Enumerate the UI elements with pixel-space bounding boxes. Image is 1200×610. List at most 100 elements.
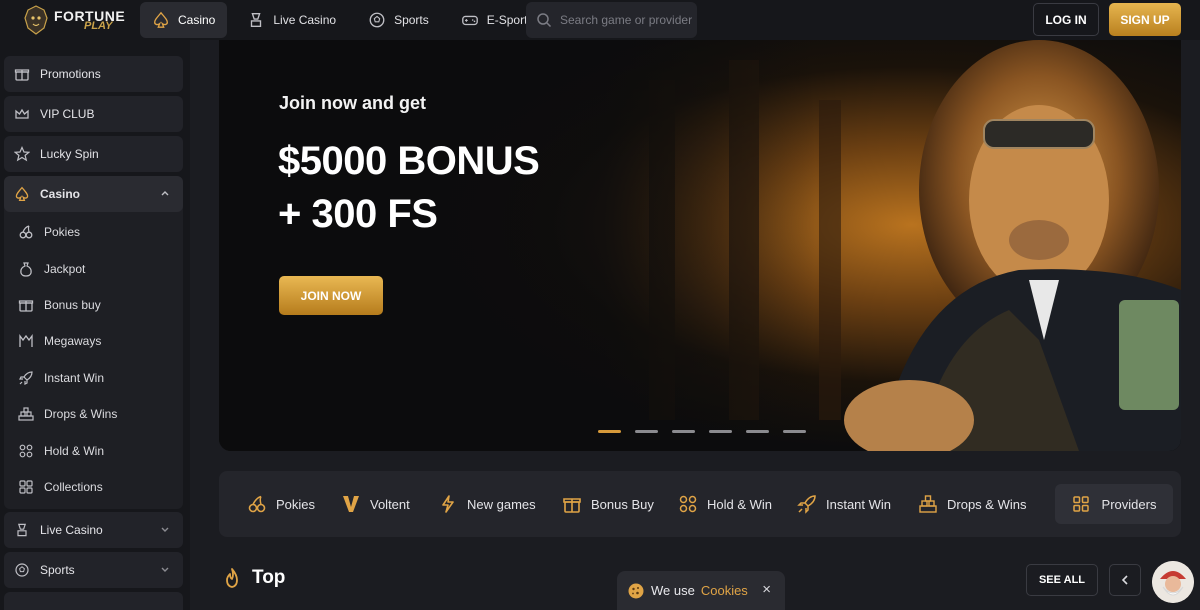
chevron-up-icon[interactable] <box>159 187 171 199</box>
santa-avatar-icon <box>1152 561 1194 603</box>
sidebar-subitem-drops-wins[interactable]: Drops & Wins <box>18 399 117 429</box>
category-providers[interactable]: Providers <box>1055 484 1173 524</box>
carousel-indicators <box>598 430 806 433</box>
sidebar-subitem-jackpot[interactable]: Jackpot <box>18 254 85 284</box>
sidebar-item-vip-club[interactable]: VIP CLUB <box>4 96 183 132</box>
nav-casino[interactable]: Casino <box>140 2 228 38</box>
sidebar-subitem-label: Instant Win <box>44 371 105 385</box>
nav-live-casino[interactable]: Live Casino <box>235 2 348 38</box>
sidebar-item-sports[interactable]: Sports <box>4 552 183 588</box>
category-pokies[interactable]: Pokies <box>247 471 315 537</box>
category-instant-win[interactable]: Instant Win <box>797 471 891 537</box>
sidebar-subitem-collections[interactable]: Collections <box>18 472 103 502</box>
lion-logo-icon <box>24 5 48 35</box>
sidebar-subitem-label: Bonus buy <box>44 298 101 312</box>
lightning-icon <box>442 495 454 513</box>
login-button[interactable]: LOG IN <box>1033 3 1099 36</box>
signup-button[interactable]: SIGN UP <box>1109 3 1181 36</box>
carousel-dot[interactable] <box>746 430 769 433</box>
star-icon <box>14 146 30 162</box>
category-new-games[interactable]: New games <box>438 471 536 537</box>
sidebar-item-label: Lucky Spin <box>40 147 99 161</box>
sidebar-item-promotions[interactable]: Promotions <box>4 56 183 92</box>
category-label: Providers <box>1101 496 1157 512</box>
roulette-icon <box>17 523 27 537</box>
sidebar: Promotions VIP CLUB Lucky Spin Casino Po… <box>0 40 190 610</box>
top-bar: FORTUNE PLAY Casino Live Casino Sports E… <box>0 0 1200 40</box>
sidebar-subitem-pokies[interactable]: Pokies <box>18 217 80 247</box>
category-label: Drops & Wins <box>947 496 1027 512</box>
coins-icon <box>19 444 33 458</box>
rocket-icon <box>19 371 33 385</box>
see-all-button[interactable]: SEE ALL <box>1026 564 1098 596</box>
category-label: Bonus Buy <box>591 496 654 512</box>
crown-icon <box>15 108 29 119</box>
sidebar-item-live-casino[interactable]: Live Casino <box>4 512 183 548</box>
carousel-dot[interactable] <box>598 430 621 433</box>
cookie-icon <box>628 583 644 598</box>
category-bar: Pokies Voltent New games Bonus Buy Hold … <box>219 471 1181 537</box>
sidebar-item-lucky-spin[interactable]: Lucky Spin <box>4 136 183 172</box>
sidebar-subitem-hold-win[interactable]: Hold & Win <box>18 436 104 466</box>
search-input[interactable]: Search game or provider <box>526 2 697 38</box>
cookie-close-button[interactable]: × <box>762 581 771 598</box>
nav-sports-label: Sports <box>394 13 429 27</box>
category-label: New games <box>467 496 536 512</box>
chevron-down-icon[interactable] <box>159 523 171 535</box>
sidebar-item-label: Casino <box>40 187 81 201</box>
carousel-dot[interactable] <box>635 430 658 433</box>
logo[interactable]: FORTUNE PLAY <box>22 3 132 37</box>
gamepad-icon <box>461 15 478 26</box>
sidebar-subitem-label: Collections <box>44 480 103 494</box>
category-label: Pokies <box>276 496 316 512</box>
sidebar-item-casino[interactable]: Casino <box>4 176 183 212</box>
flame-icon <box>226 568 238 588</box>
join-now-button[interactable]: JOIN NOW <box>279 276 383 315</box>
cherries-icon <box>19 225 33 239</box>
roulette-icon <box>251 13 262 27</box>
category-label: Voltent <box>370 496 410 512</box>
gift-icon <box>18 300 34 312</box>
soccer-ball-icon <box>15 563 29 577</box>
category-bonus-buy[interactable]: Bonus Buy <box>562 471 654 537</box>
sidebar-item-label: Sports <box>40 563 75 577</box>
spade-icon <box>154 11 168 28</box>
nav-casino-label: Casino <box>178 13 216 27</box>
carousel-dot[interactable] <box>783 430 806 433</box>
sidebar-subitem-label: Hold & Win <box>44 444 105 458</box>
carousel-dot[interactable] <box>672 430 695 433</box>
carousel-dot[interactable] <box>709 430 732 433</box>
category-drops-wins[interactable]: Drops & Wins <box>918 471 1026 537</box>
sidebar-subitem-label: Pokies <box>44 225 81 239</box>
sidebar-subitem-bonus-buy[interactable]: Bonus buy <box>18 290 101 320</box>
chevron-down-icon[interactable] <box>159 563 171 575</box>
sidebar-subitem-label: Jackpot <box>44 262 86 276</box>
banner-bonus-headline: $5000 BONUS <box>278 139 540 183</box>
sidebar-item-partial[interactable] <box>4 592 183 610</box>
category-label: Hold & Win <box>707 496 773 512</box>
cookie-text: We use <box>651 583 695 598</box>
prev-button[interactable] <box>1109 564 1141 596</box>
hero-banner: Join now and get $5000 BONUS + 300 FS JO… <box>219 40 1181 451</box>
logo-text-play: PLAY <box>84 19 113 32</box>
cherries-icon <box>248 495 266 513</box>
category-voltent[interactable]: Voltent <box>341 471 410 537</box>
pyramid-icon <box>18 407 34 421</box>
sidebar-casino-group: Casino Pokies Jackpot Bonus buy Megaways… <box>4 176 183 509</box>
sidebar-item-label: VIP CLUB <box>40 107 95 121</box>
grid-icon <box>1072 496 1089 512</box>
category-hold-win[interactable]: Hold & Win <box>678 471 772 537</box>
nav-sports[interactable]: Sports <box>356 2 441 38</box>
megaways-icon <box>19 334 33 347</box>
support-chat-avatar[interactable] <box>1152 561 1194 603</box>
sidebar-subitem-megaways[interactable]: Megaways <box>18 326 101 356</box>
category-label: Instant Win <box>826 496 892 512</box>
sidebar-subitem-instant-win[interactable]: Instant Win <box>18 363 104 393</box>
nav-live-casino-label: Live Casino <box>273 13 337 27</box>
gift-icon <box>563 498 581 513</box>
spade-icon <box>15 186 29 202</box>
cookie-link[interactable]: Cookies <box>701 583 748 598</box>
search-icon <box>537 13 552 28</box>
soccer-ball-icon <box>369 12 385 28</box>
sidebar-subitem-label: Drops & Wins <box>44 407 118 421</box>
